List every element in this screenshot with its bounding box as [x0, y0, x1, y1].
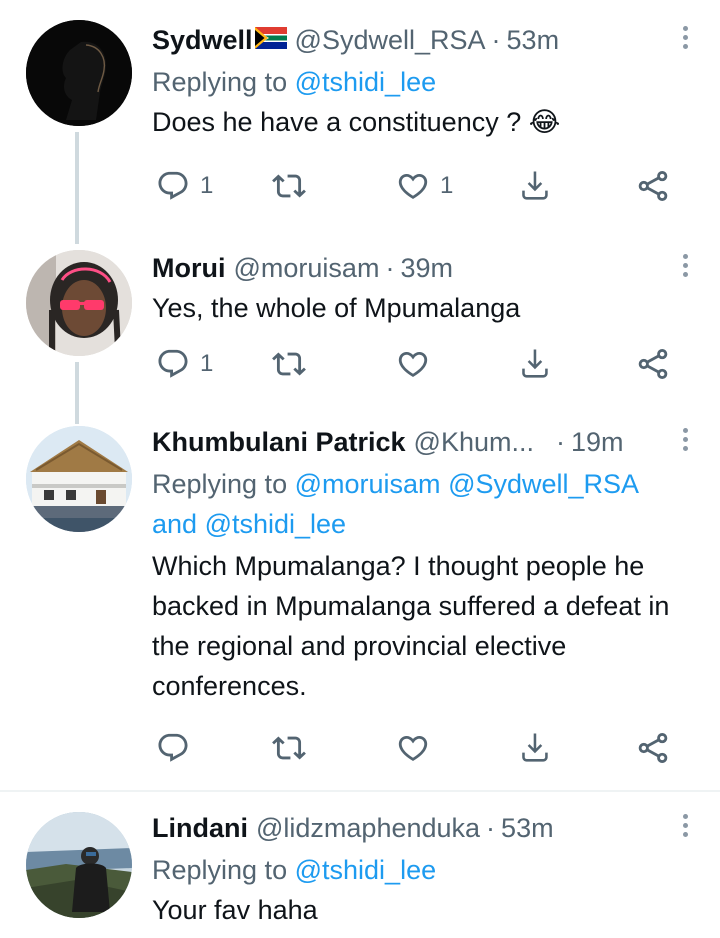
replying-to: Replying to @moruisam @Sydwell_RSA and @… — [152, 464, 690, 544]
handle[interactable]: @Khum... — [414, 424, 534, 460]
mention-link[interactable]: @tshidi_lee — [295, 67, 437, 97]
tweet-header: Lindani @lidzmaphenduka · 53m — [152, 810, 690, 846]
reply-button[interactable] — [156, 728, 190, 768]
download-icon — [518, 347, 552, 381]
timestamp[interactable]: 53m — [507, 22, 560, 58]
mention-and-label: and — [152, 509, 198, 539]
mention-link[interactable]: @tshidi_lee — [205, 509, 347, 539]
retweet-button[interactable] — [272, 344, 306, 384]
timestamp[interactable]: 53m — [501, 810, 554, 846]
tweet-header: Morui @moruisam · 39m — [152, 250, 690, 286]
tweet-text: Which Mpumalanga? I thought people he ba… — [152, 551, 670, 701]
share-button[interactable] — [636, 344, 670, 384]
more-options-icon[interactable] — [680, 814, 690, 837]
tweet-text: Your fav haha — [152, 895, 318, 925]
download-icon — [518, 169, 552, 203]
tweet-header: Khumbulani Patrick @Khum... · 19m — [152, 424, 690, 460]
share-icon — [636, 169, 670, 203]
separator-dot: · — [491, 25, 501, 55]
display-name[interactable]: Morui — [152, 250, 226, 286]
share-button[interactable] — [636, 166, 670, 206]
replying-to-label: Replying to — [152, 67, 288, 97]
reply-icon — [156, 169, 190, 203]
timestamp[interactable]: 19m — [571, 424, 624, 460]
heart-icon — [396, 731, 430, 765]
share-button[interactable] — [636, 728, 670, 768]
mention-link[interactable]: @moruisam — [295, 469, 441, 499]
handle[interactable]: @moruisam — [234, 250, 380, 286]
display-name[interactable]: Lindani — [152, 810, 248, 846]
tweet-text: Yes, the whole of Mpumalanga — [152, 293, 521, 323]
retweet-button[interactable] — [272, 166, 306, 206]
download-icon — [518, 731, 552, 765]
display-name[interactable]: Khumbulani Patrick — [152, 424, 406, 460]
tweet-sydwell[interactable]: Sydwell @Sydwell_RSA · 53m Replying to @… — [0, 0, 720, 250]
separator-dot: · — [385, 253, 395, 283]
retweet-icon — [272, 731, 306, 765]
like-button[interactable] — [396, 728, 430, 768]
tweet-text: Does he have a constituency ? 😂 — [152, 107, 561, 137]
avatar[interactable] — [26, 812, 132, 918]
handle[interactable]: @lidzmaphenduka — [256, 810, 480, 846]
like-button[interactable] — [396, 344, 430, 384]
avatar[interactable] — [26, 20, 132, 126]
like-count: 1 — [440, 172, 454, 199]
retweet-button[interactable] — [272, 728, 306, 768]
replying-to: Replying to @tshidi_lee — [152, 62, 690, 102]
separator-dot: · — [556, 427, 565, 457]
share-icon — [636, 347, 670, 381]
retweet-icon — [272, 169, 306, 203]
mention-link[interactable]: @Sydwell_RSA — [448, 469, 638, 499]
display-name[interactable]: Sydwell — [152, 22, 253, 58]
reply-count: 1 — [200, 350, 214, 377]
reply-count: 1 — [200, 172, 214, 199]
retweet-icon — [272, 347, 306, 381]
heart-icon — [396, 169, 430, 203]
reply-icon — [156, 347, 190, 381]
south-africa-flag-icon — [254, 22, 287, 58]
tweet-morui[interactable]: Morui @moruisam · 39m Yes, the whole of … — [0, 250, 720, 420]
more-options-icon[interactable] — [680, 26, 690, 49]
reply-button[interactable]: 1 — [156, 166, 213, 206]
divider — [0, 790, 720, 792]
tweet-khumbulani[interactable]: Khumbulani Patrick @Khum... · 19m Replyi… — [0, 424, 720, 784]
download-button[interactable] — [518, 344, 552, 384]
avatar[interactable] — [26, 250, 132, 356]
avatar[interactable] — [26, 426, 132, 532]
replying-to-label: Replying to — [152, 469, 288, 499]
replying-to: Replying to @tshidi_lee — [152, 850, 690, 890]
download-button[interactable] — [518, 166, 552, 206]
mention-link[interactable]: @tshidi_lee — [295, 855, 437, 885]
download-button[interactable] — [518, 728, 552, 768]
reply-icon — [156, 731, 190, 765]
timestamp[interactable]: 39m — [400, 250, 453, 286]
share-icon — [636, 731, 670, 765]
reply-button[interactable]: 1 — [156, 344, 213, 384]
heart-icon — [396, 347, 430, 381]
more-options-icon[interactable] — [680, 254, 690, 277]
tweet-lindani[interactable]: Lindani @lidzmaphenduka · 53m Replying t… — [0, 810, 720, 938]
more-options-icon[interactable] — [680, 428, 690, 451]
like-button[interactable]: 1 — [396, 166, 453, 206]
tweet-header: Sydwell @Sydwell_RSA · 53m — [152, 22, 690, 58]
separator-dot: · — [486, 813, 496, 843]
handle[interactable]: @Sydwell_RSA — [295, 22, 486, 58]
replying-to-label: Replying to — [152, 855, 288, 885]
